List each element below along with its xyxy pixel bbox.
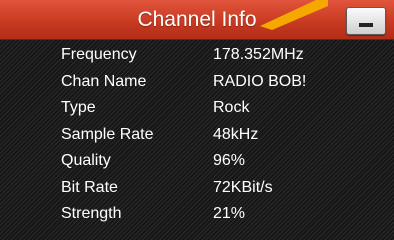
- channel-info-list: Frequency 178.352MHz Chan Name RADIO BOB…: [0, 40, 394, 226]
- bit-rate-label: Bit Rate: [61, 178, 118, 196]
- quality-label: Quality: [61, 152, 111, 169]
- minimize-icon: [359, 23, 373, 27]
- info-row-sample-rate: Sample Rate 48kHz: [0, 120, 394, 147]
- bit-rate-value: 72KBit/s: [213, 178, 273, 196]
- type-label: Type: [61, 99, 96, 116]
- info-row-type: Type Rock: [0, 93, 394, 120]
- pointer-arrow-icon: [260, 0, 328, 30]
- strength-value: 21%: [213, 205, 246, 222]
- sample-rate-label: Sample Rate: [61, 125, 154, 143]
- chan-name-value: RADIO BOB!: [213, 72, 307, 90]
- info-row-frequency: Frequency 178.352MHz: [0, 40, 394, 67]
- info-row-chan-name: Chan Name RADIO BOB!: [0, 67, 394, 94]
- frequency-label: Frequency: [61, 46, 137, 63]
- channel-info-screen: Channel Info Frequency 178.352MHz Chan N…: [0, 0, 394, 240]
- strength-label: Strength: [61, 205, 122, 222]
- info-row-strength: Strength 21%: [0, 199, 394, 226]
- title-bar: Channel Info: [0, 0, 394, 40]
- type-value: Rock: [213, 99, 250, 116]
- frequency-value: 178.352MHz: [213, 46, 304, 63]
- info-row-bit-rate: Bit Rate 72KBit/s: [0, 173, 394, 200]
- sample-rate-value: 48kHz: [213, 125, 259, 143]
- quality-value: 96%: [213, 152, 246, 169]
- info-row-quality: Quality 96%: [0, 146, 394, 173]
- minimize-button[interactable]: [346, 7, 386, 35]
- page-title: Channel Info: [137, 8, 257, 31]
- chan-name-label: Chan Name: [61, 72, 147, 90]
